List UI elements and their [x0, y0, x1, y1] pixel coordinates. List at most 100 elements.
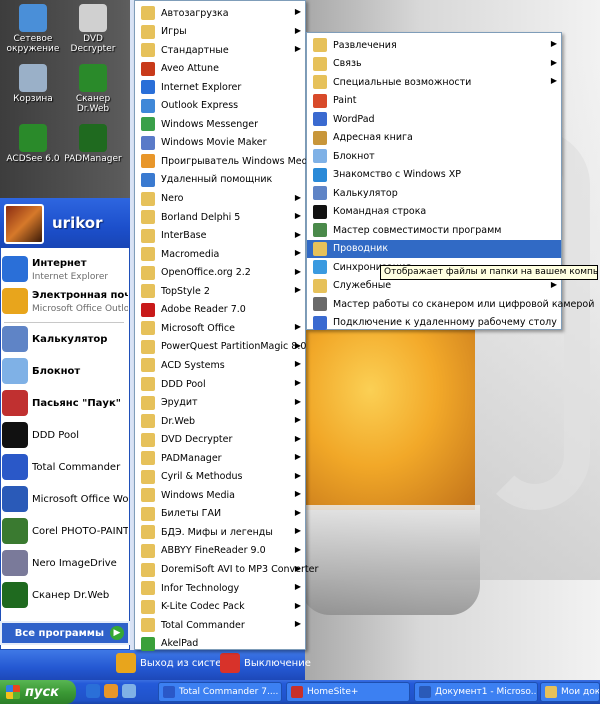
- menu-item[interactable]: Dr.Web ▶: [135, 412, 305, 430]
- submenu-arrow-icon: ▶: [294, 25, 301, 35]
- menu-item[interactable]: Специальные возможности ▶: [307, 73, 561, 91]
- menu-item[interactable]: Borland Delphi 5 ▶: [135, 208, 305, 226]
- menu-item[interactable]: Подключение к удаленному рабочему столу: [307, 314, 561, 332]
- pinned-item[interactable]: Электронная почта Microsoft Office Outloo…: [2, 288, 128, 314]
- menu-item[interactable]: TopStyle 2 ▶: [135, 282, 305, 300]
- recent-item[interactable]: Nero ImageDrive: [2, 550, 128, 576]
- submenu-arrow-icon: ▶: [294, 470, 301, 480]
- menu-item-label: Удаленный помощник: [161, 174, 273, 186]
- menu-item-label: DVD Decrypter: [161, 434, 233, 446]
- menu-item[interactable]: ABBYY FineReader 9.0 ▶: [135, 542, 305, 560]
- menu-item[interactable]: PowerQuest PartitionMagic 8.0 ▶: [135, 338, 306, 356]
- desktop-icon-label: PADManager: [64, 154, 122, 164]
- menu-item-label: Знакомство с Windows XP: [333, 169, 461, 180]
- menu-item[interactable]: WordPad: [307, 110, 561, 128]
- menu-item[interactable]: Internet Explorer: [135, 78, 305, 96]
- menu-item[interactable]: Проигрыватель Windows Media: [135, 152, 316, 170]
- menu-item-label: OpenOffice.org 2.2: [161, 267, 251, 279]
- menu-item[interactable]: Cyril & Methodus ▶: [135, 468, 305, 486]
- recent-item[interactable]: Сканер Dr.Web: [2, 582, 128, 608]
- taskbar-button[interactable]: Total Commander 7....: [158, 682, 282, 702]
- menu-item-label: AkelPad: [161, 638, 199, 650]
- menu-item[interactable]: Windows Messenger: [135, 115, 305, 133]
- menu-item[interactable]: Nero ▶: [135, 190, 305, 208]
- address-book-icon: [313, 130, 327, 145]
- recent-item[interactable]: Пасьянс "Паук": [2, 390, 128, 416]
- desktop-icon[interactable]: Сетевое окружение: [2, 4, 64, 54]
- menu-item[interactable]: Развлечения ▶: [307, 36, 561, 54]
- desktop-icon[interactable]: Сканер Dr.Web: [62, 64, 124, 114]
- recent-item[interactable]: Corel PHOTO-PAINT 10: [2, 518, 128, 544]
- desktop-icon[interactable]: ACDSee 6.0: [2, 124, 64, 164]
- submenu-arrow-icon: ▶: [550, 76, 557, 85]
- menu-item[interactable]: Aveo Attune: [135, 60, 305, 78]
- menu-item[interactable]: Total Commander ▶: [135, 616, 305, 634]
- recent-item[interactable]: Microsoft Office Word 2003: [2, 486, 128, 512]
- menu-item-label: Windows Movie Maker: [161, 137, 267, 149]
- menu-item-label: Total Commander: [161, 619, 245, 631]
- menu-item[interactable]: ACD Systems ▶: [135, 356, 305, 374]
- taskbar-button[interactable]: HomeSite+: [286, 682, 410, 702]
- menu-item[interactable]: Командная строка: [307, 203, 561, 221]
- menu-item[interactable]: Эрудит ▶: [135, 394, 305, 412]
- menu-item[interactable]: Блокнот: [307, 147, 561, 165]
- desktop-icon[interactable]: Корзина: [2, 64, 64, 104]
- recent-item[interactable]: Total Commander: [2, 454, 128, 480]
- menu-item-label: Microsoft Office: [161, 322, 235, 334]
- menu-item[interactable]: Удаленный помощник: [135, 171, 305, 189]
- taskbar-button[interactable]: Мои доку: [540, 682, 600, 702]
- menu-item[interactable]: Калькулятор: [307, 184, 561, 202]
- recent-item[interactable]: DDD Pool: [2, 422, 128, 448]
- submenu-arrow-icon: ▶: [294, 619, 301, 629]
- desktop-icon[interactable]: PADManager: [62, 124, 124, 164]
- menu-item[interactable]: Знакомство с Windows XP: [307, 166, 561, 184]
- desktop-icon[interactable]: DVD Decrypter: [62, 4, 124, 54]
- recent-item[interactable]: Калькулятор: [2, 326, 128, 352]
- menu-item[interactable]: Проводник: [307, 239, 561, 258]
- user-avatar[interactable]: [4, 204, 44, 244]
- internet-explorer-icon[interactable]: [86, 684, 100, 698]
- menu-item[interactable]: Macromedia ▶: [135, 245, 305, 263]
- submenu-arrow-icon: ▶: [294, 229, 301, 239]
- menu-item[interactable]: Игры ▶: [135, 23, 305, 41]
- show-desktop-icon[interactable]: [122, 684, 136, 698]
- menu-item[interactable]: Связь ▶: [307, 55, 561, 73]
- menu-item[interactable]: K-Lite Codec Pack ▶: [135, 598, 305, 616]
- menu-item-label: Блокнот: [333, 150, 375, 162]
- media-player-icon[interactable]: [104, 684, 118, 698]
- menu-item[interactable]: Outlook Express: [135, 97, 305, 115]
- pinned-item[interactable]: Интернет Internet Explorer: [2, 256, 128, 282]
- taskbar-button[interactable]: Документ1 - Microso...: [414, 682, 538, 702]
- all-programs-button[interactable]: Все программы ▶: [2, 623, 128, 643]
- menu-item[interactable]: Windows Media ▶: [135, 486, 305, 504]
- menu-item[interactable]: Билеты ГАИ ▶: [135, 505, 305, 523]
- shutdown-button[interactable]: Выключение: [220, 653, 311, 673]
- menu-item[interactable]: БДЭ. Мифы и легенды ▶: [135, 523, 305, 541]
- menu-item[interactable]: DVD Decrypter ▶: [135, 431, 305, 449]
- folder-icon: [141, 543, 155, 558]
- submenu-arrow-icon: ▶: [294, 44, 301, 54]
- menu-item[interactable]: Paint: [307, 92, 561, 110]
- logoff-button[interactable]: Выход из системы: [116, 653, 237, 673]
- menu-item[interactable]: Стандартные ▶: [135, 41, 305, 59]
- menu-item[interactable]: Адресная книга: [307, 129, 561, 147]
- recent-item-label: Пасьянс "Паук": [32, 397, 121, 409]
- menu-item[interactable]: Автозагрузка ▶: [135, 4, 305, 22]
- menu-item[interactable]: PADManager ▶: [135, 449, 305, 467]
- drweb-spider-icon: [79, 64, 107, 92]
- menu-item[interactable]: DoremiSoft AVI to MP3 Converter ▶: [135, 561, 318, 579]
- menu-item[interactable]: Windows Movie Maker: [135, 134, 305, 152]
- menu-item[interactable]: Adobe Reader 7.0: [135, 301, 305, 319]
- menu-item[interactable]: InterBase ▶: [135, 227, 305, 245]
- accessories-menu: Развлечения ▶ Связь ▶ Специальные возможност…: [306, 32, 594, 332]
- menu-item[interactable]: Microsoft Office ▶: [135, 319, 305, 337]
- menu-item[interactable]: AkelPad: [135, 635, 305, 653]
- menu-item[interactable]: Мастер работы со сканером или цифровой к…: [307, 295, 594, 313]
- recent-item[interactable]: Блокнот: [2, 358, 128, 384]
- menu-item[interactable]: Infor Technology ▶: [135, 579, 305, 597]
- menu-item[interactable]: DDD Pool ▶: [135, 375, 305, 393]
- start-button[interactable]: пуск: [0, 680, 76, 704]
- menu-item[interactable]: OpenOffice.org 2.2 ▶: [135, 264, 305, 282]
- menu-item[interactable]: Мастер совместимости программ: [307, 221, 561, 239]
- command-prompt-icon: [313, 204, 327, 219]
